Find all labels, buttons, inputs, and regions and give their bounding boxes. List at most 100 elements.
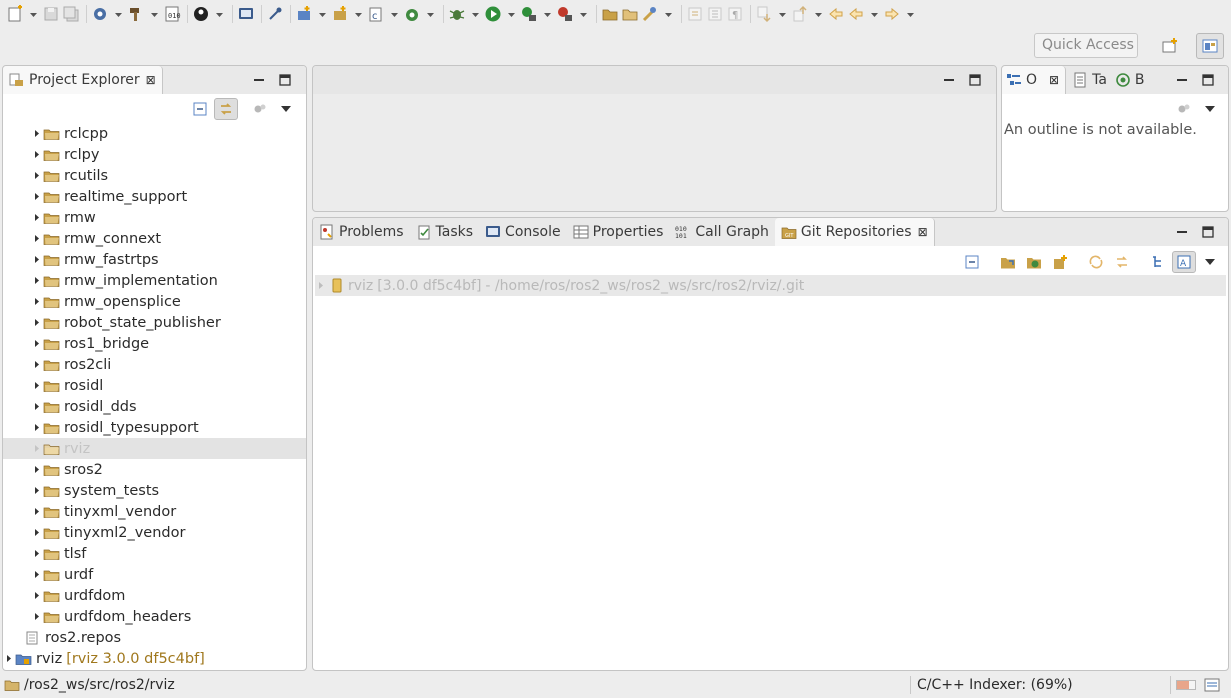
link-selection-icon[interactable] xyxy=(1110,251,1134,273)
minimize-icon[interactable] xyxy=(939,71,959,89)
tree-item[interactable]: robot_state_publisher xyxy=(3,312,306,333)
external-tool-icon[interactable] xyxy=(556,2,574,26)
expand-arrow-icon[interactable] xyxy=(5,654,13,663)
tree-item[interactable]: rviz xyxy=(3,438,306,459)
expand-arrow-icon[interactable] xyxy=(33,528,41,537)
new-source-icon[interactable] xyxy=(403,2,421,26)
chevron-down-icon[interactable] xyxy=(390,10,399,19)
tree-item[interactable]: system_tests xyxy=(3,480,306,501)
expand-arrow-icon[interactable] xyxy=(33,360,41,369)
expand-arrow-icon[interactable] xyxy=(33,297,41,306)
chevron-down-icon[interactable] xyxy=(507,10,516,19)
tab-tasks[interactable]: Tasks xyxy=(410,218,480,246)
cpp-perspective-icon[interactable] xyxy=(1196,33,1224,59)
expand-arrow-icon[interactable] xyxy=(33,276,41,285)
chevron-down-icon[interactable] xyxy=(814,10,823,19)
tab-properties[interactable]: Properties xyxy=(567,218,670,246)
tree-item[interactable]: ros1_bridge xyxy=(3,333,306,354)
binary-icon[interactable]: 010 xyxy=(163,2,181,26)
tree-item[interactable]: urdfdom_headers xyxy=(3,606,306,627)
open-type-icon[interactable] xyxy=(621,2,639,26)
chevron-down-icon[interactable] xyxy=(114,10,123,19)
expand-arrow-icon[interactable] xyxy=(33,213,41,222)
filter-icon[interactable] xyxy=(1172,98,1196,120)
link-editor-icon[interactable] xyxy=(214,98,238,120)
close-icon[interactable]: ⊠ xyxy=(1049,73,1059,87)
tree-item[interactable]: rmw_implementation xyxy=(3,270,306,291)
maximize-icon[interactable] xyxy=(965,71,985,89)
toggle-mark-icon[interactable] xyxy=(706,2,724,26)
chevron-down-icon[interactable] xyxy=(426,10,435,19)
tree-item[interactable]: ros2.repos xyxy=(3,627,306,648)
tab-task-list[interactable]: Ta xyxy=(1066,66,1113,94)
chevron-down-icon[interactable] xyxy=(579,10,588,19)
repository-row[interactable]: rviz [3.0.0 df5c4bf] - /home/ros/ros2_ws… xyxy=(315,275,1226,296)
open-perspective-icon[interactable] xyxy=(1156,33,1184,59)
chevron-down-icon[interactable] xyxy=(354,10,363,19)
debug-pin-icon[interactable] xyxy=(266,2,284,26)
expand-arrow-icon[interactable] xyxy=(33,255,41,264)
close-icon[interactable]: ⊠ xyxy=(146,73,156,87)
chevron-down-icon[interactable] xyxy=(778,10,787,19)
maximize-icon[interactable] xyxy=(1198,71,1218,89)
quick-access-field[interactable]: Quick Access xyxy=(1034,33,1138,58)
refresh-icon[interactable] xyxy=(1084,251,1108,273)
new-icon[interactable] xyxy=(6,2,24,26)
expand-arrow-icon[interactable] xyxy=(33,591,41,600)
chevron-down-icon[interactable] xyxy=(318,10,327,19)
tab-git-repositories[interactable]: GIT Git Repositories ⊠ xyxy=(774,218,935,246)
view-menu-icon[interactable] xyxy=(1198,251,1222,273)
build-config-icon[interactable] xyxy=(91,2,109,26)
chevron-down-icon[interactable] xyxy=(664,10,673,19)
tree-item[interactable]: tlsf xyxy=(3,543,306,564)
tab-console[interactable]: Console xyxy=(479,218,567,246)
chevron-down-icon[interactable] xyxy=(471,10,480,19)
chevron-down-icon[interactable] xyxy=(543,10,552,19)
add-repository-icon[interactable] xyxy=(996,251,1020,273)
save-all-icon[interactable] xyxy=(62,2,80,26)
tab-problems[interactable]: Problems xyxy=(313,218,410,246)
tab-outline[interactable]: O ⊠ xyxy=(1002,66,1067,94)
terminal-icon[interactable] xyxy=(237,2,255,26)
expand-arrow-icon[interactable] xyxy=(33,612,41,621)
tree-item[interactable]: rosidl xyxy=(3,375,306,396)
expand-arrow-icon[interactable] xyxy=(33,339,41,348)
tree-item[interactable]: rmw_fastrtps xyxy=(3,249,306,270)
tree-item[interactable]: rclpy xyxy=(3,144,306,165)
tree-item[interactable]: rviz [rviz 3.0.0 df5c4bf] xyxy=(3,648,306,669)
expand-arrow-icon[interactable] xyxy=(33,570,41,579)
expand-arrow-icon[interactable] xyxy=(33,192,41,201)
expand-arrow-icon[interactable] xyxy=(33,171,41,180)
chevron-down-icon[interactable] xyxy=(906,10,915,19)
expand-arrow-icon[interactable] xyxy=(33,402,41,411)
tab-call-graph[interactable]: 010 101 Call Graph xyxy=(669,218,775,246)
close-icon[interactable]: ⊠ xyxy=(918,225,928,239)
tree-item[interactable]: rmw xyxy=(3,207,306,228)
chevron-down-icon[interactable] xyxy=(150,10,159,19)
show-whitespace-icon[interactable]: ¶ xyxy=(726,2,744,26)
chevron-down-icon[interactable] xyxy=(29,10,38,19)
tab-project-explorer[interactable]: Project Explorer ⊠ xyxy=(3,66,163,94)
show-details-icon[interactable]: A xyxy=(1172,251,1196,273)
build-hammer-icon[interactable] xyxy=(127,2,145,26)
expand-arrow-icon[interactable] xyxy=(33,129,41,138)
expand-arrow-icon[interactable] xyxy=(33,150,41,159)
create-repository-icon[interactable] xyxy=(1048,251,1072,273)
collapse-all-icon[interactable] xyxy=(960,251,984,273)
tree-item[interactable]: tinyxml_vendor xyxy=(3,501,306,522)
expand-arrow-icon[interactable] xyxy=(33,549,41,558)
collapse-all-icon[interactable] xyxy=(188,98,212,120)
run-config-icon[interactable] xyxy=(520,2,538,26)
tree-item[interactable]: rosidl_dds xyxy=(3,396,306,417)
expand-arrow-icon[interactable] xyxy=(33,507,41,516)
next-annotation-icon[interactable] xyxy=(755,2,773,26)
expand-arrow-icon[interactable] xyxy=(33,465,41,474)
new-package-icon[interactable] xyxy=(331,2,349,26)
target-icon[interactable] xyxy=(192,2,210,26)
tree-item[interactable]: tinyxml2_vendor xyxy=(3,522,306,543)
tree-item[interactable]: rmw_opensplice xyxy=(3,291,306,312)
clone-repository-icon[interactable] xyxy=(1022,251,1046,273)
expand-arrow-icon[interactable] xyxy=(33,423,41,432)
run-icon[interactable] xyxy=(484,2,502,26)
chevron-down-icon[interactable] xyxy=(215,10,224,19)
